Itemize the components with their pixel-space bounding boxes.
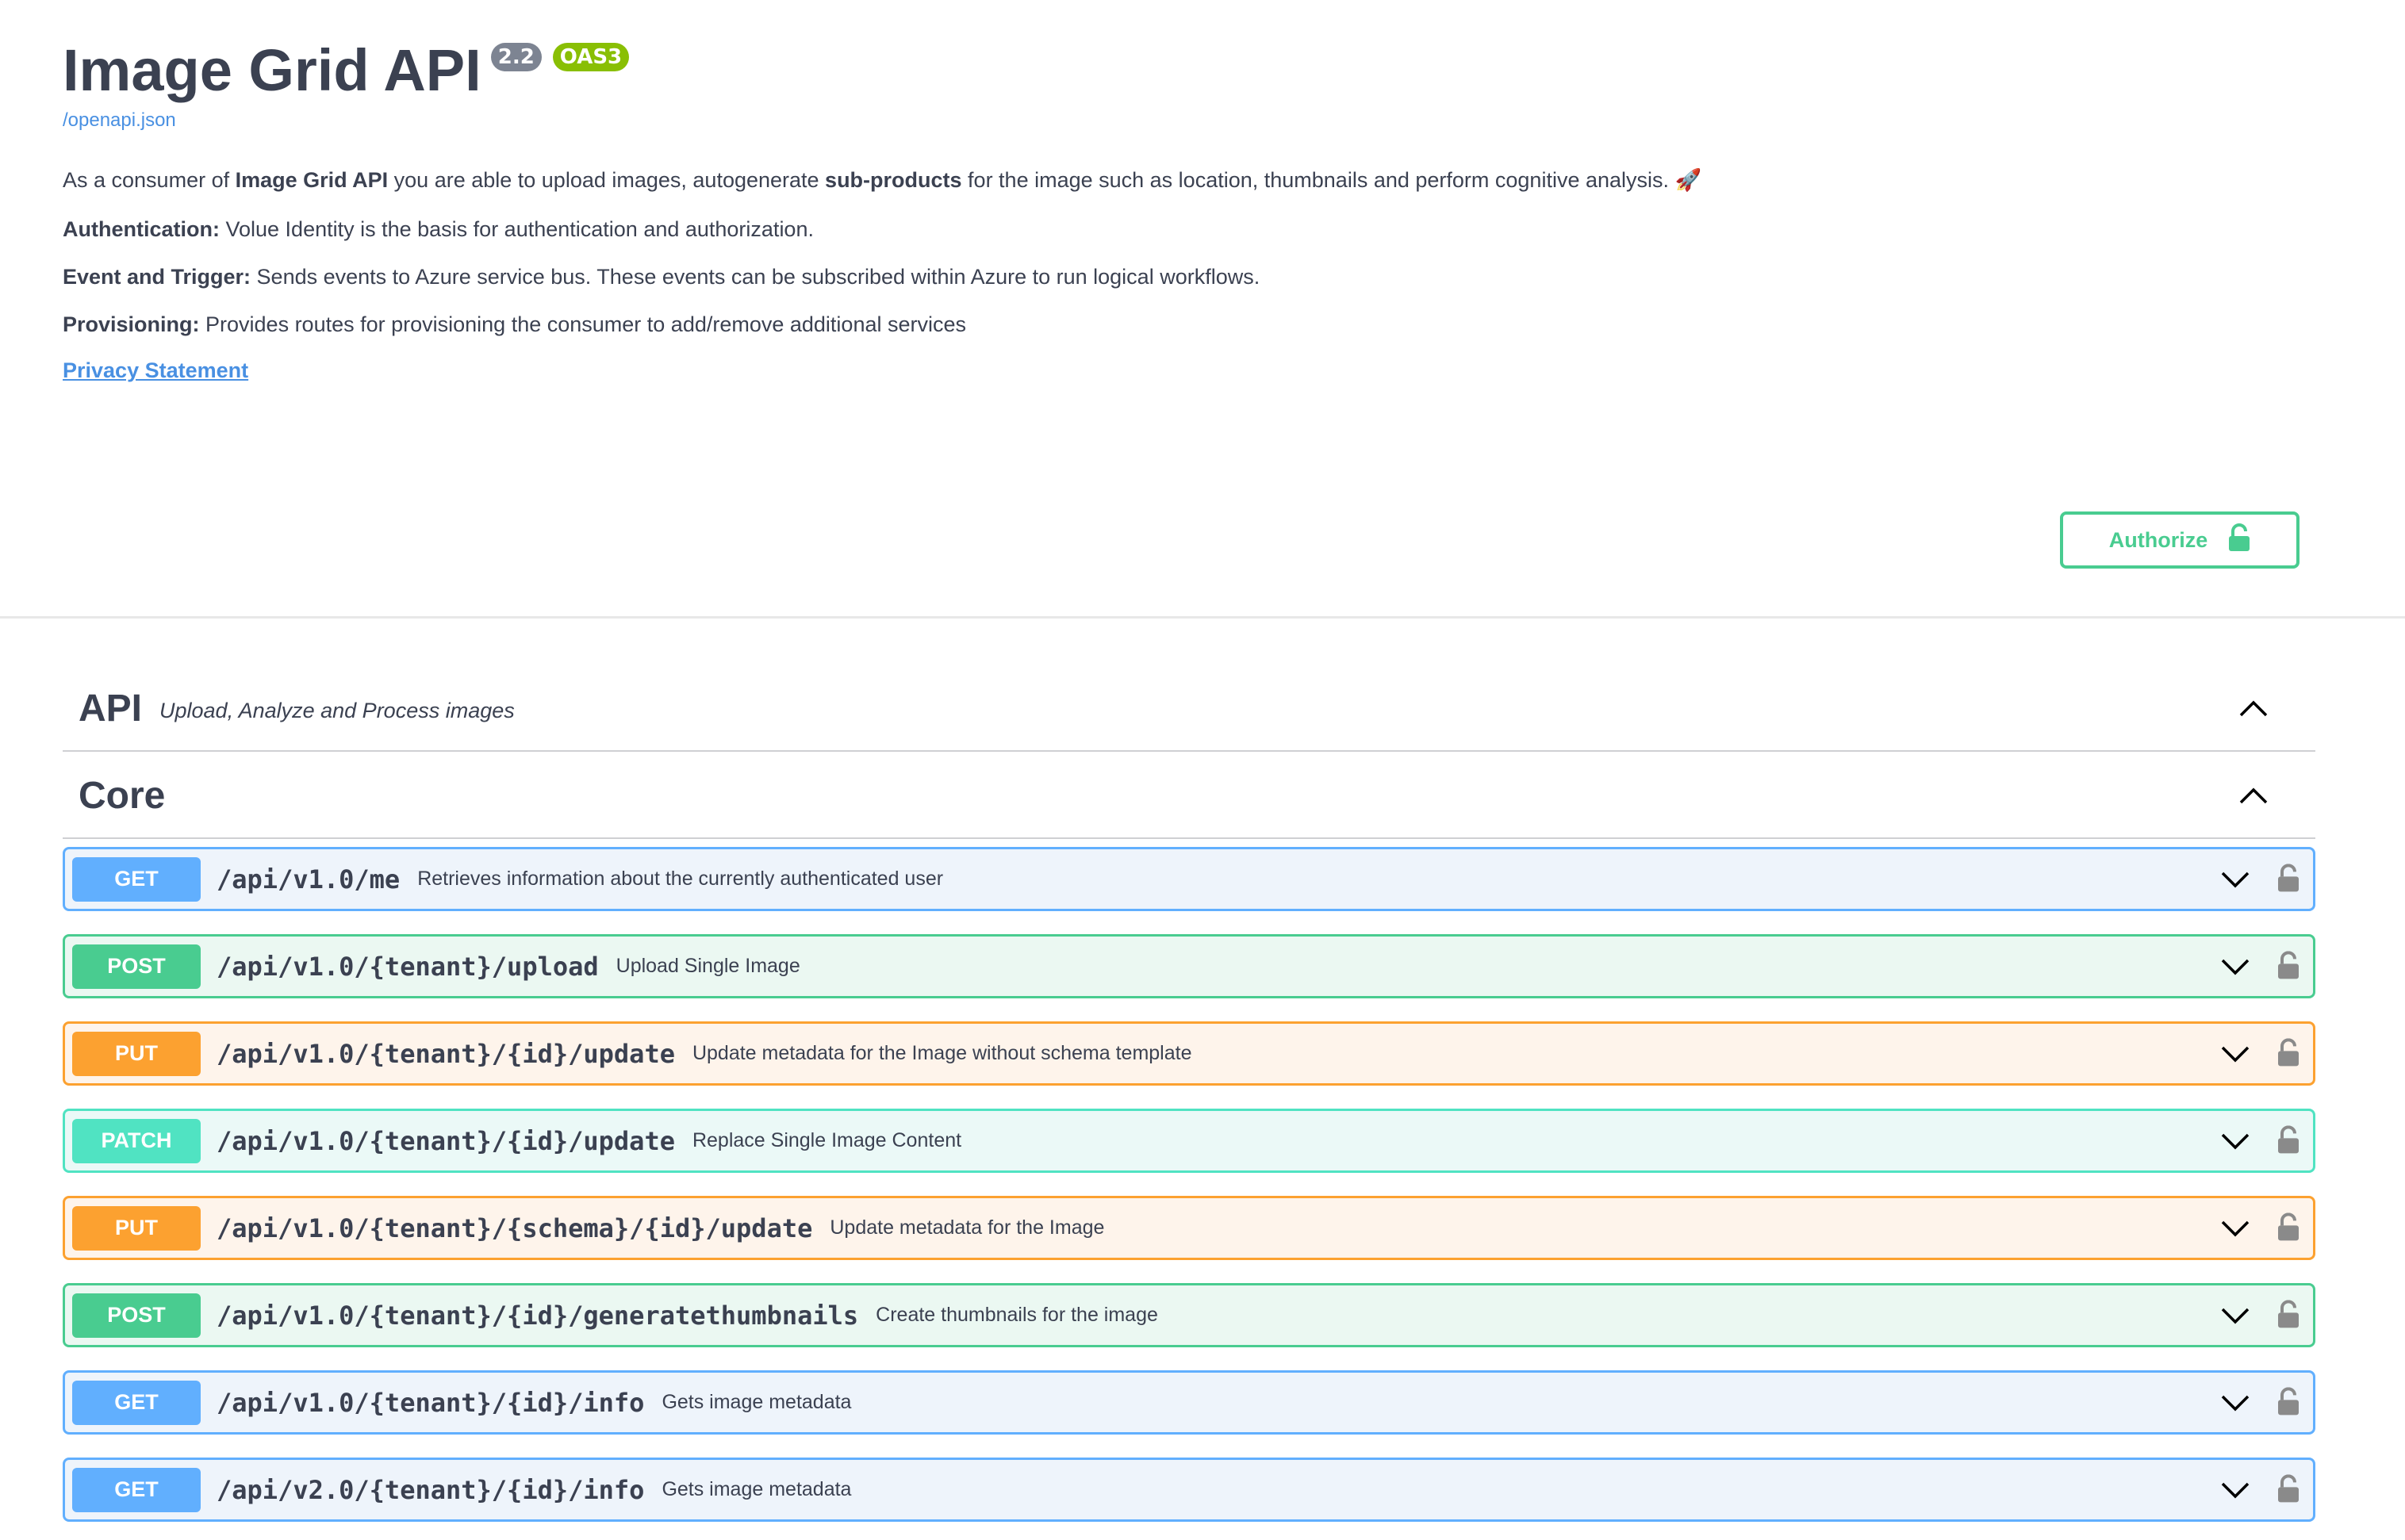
- section-api[interactable]: API Upload, Analyze and Process images: [63, 666, 2315, 752]
- method-badge: PUT: [72, 1031, 201, 1076]
- intro-bold-subproducts: sub-products: [825, 168, 962, 192]
- description-event-trigger: Event and Trigger: Sends events to Azure…: [63, 261, 1260, 293]
- operation-patch-update[interactable]: PATCH /api/v1.0/{tenant}/{id}/update Rep…: [63, 1109, 2315, 1173]
- authorize-button[interactable]: Authorize: [2060, 511, 2300, 569]
- operation-summary: Create thumbnails for the image: [876, 1304, 1158, 1326]
- intro-text-2: you are able to upload images, autogener…: [388, 168, 826, 192]
- intro-text-3: for the image such as location, thumbnai…: [961, 168, 1702, 192]
- operation-summary: Update metadata for the Image without sc…: [692, 1042, 1192, 1064]
- operation-summary: Gets image metadata: [662, 1391, 852, 1413]
- chevron-down-icon[interactable]: [2219, 951, 2251, 983]
- authentication-label: Authentication:: [63, 217, 220, 241]
- method-badge: POST: [72, 944, 201, 989]
- method-badge: GET: [72, 856, 201, 902]
- chevron-down-icon[interactable]: [2219, 1474, 2251, 1506]
- header-divider: [0, 616, 2405, 619]
- operation-put-schema-update[interactable]: PUT /api/v1.0/{tenant}/{schema}/{id}/upd…: [63, 1196, 2315, 1260]
- chevron-up-icon[interactable]: [2238, 692, 2269, 724]
- operation-path: /api/v1.0/{tenant}/{id}/generatethumbnai…: [217, 1300, 859, 1331]
- section-core-name: Core: [79, 774, 166, 817]
- operation-path: /api/v1.0/{tenant}/{id}/info: [217, 1387, 645, 1418]
- openapi-json-link[interactable]: /openapi.json: [63, 109, 176, 132]
- operation-summary: Update metadata for the Image: [830, 1216, 1105, 1239]
- oas-badge: OAS3: [552, 43, 630, 71]
- lock-icon[interactable]: [2275, 1472, 2302, 1505]
- chevron-down-icon[interactable]: [2219, 1125, 2251, 1157]
- chevron-down-icon[interactable]: [2219, 1212, 2251, 1244]
- operation-post-generatethumbnails[interactable]: POST /api/v1.0/{tenant}/{id}/generatethu…: [63, 1283, 2315, 1347]
- intro-text-1: As a consumer of: [63, 168, 236, 192]
- operation-path: /api/v1.0/{tenant}/{schema}/{id}/update: [217, 1212, 813, 1243]
- unlocked-lock-icon: [2228, 523, 2250, 557]
- version-badge: 2.2: [490, 43, 542, 71]
- operation-summary: Upload Single Image: [616, 955, 800, 977]
- section-api-description: Upload, Analyze and Process images: [159, 698, 515, 722]
- api-title: Image Grid API: [63, 37, 481, 103]
- lock-icon[interactable]: [2275, 1297, 2302, 1331]
- intro-bold-api-name: Image Grid API: [235, 168, 389, 192]
- operation-put-update[interactable]: PUT /api/v1.0/{tenant}/{id}/update Updat…: [63, 1021, 2315, 1086]
- description-authentication: Authentication: Volue Identity is the ba…: [63, 213, 814, 245]
- lock-icon[interactable]: [2275, 1036, 2302, 1069]
- lock-icon[interactable]: [2275, 1123, 2302, 1156]
- operation-path: /api/v1.0/{tenant}/upload: [217, 951, 599, 982]
- event-trigger-label: Event and Trigger:: [63, 265, 251, 289]
- operation-summary: Replace Single Image Content: [692, 1129, 962, 1151]
- section-core[interactable]: Core: [63, 753, 2315, 839]
- description-provisioning: Provisioning: Provides routes for provis…: [63, 308, 966, 340]
- chevron-down-icon[interactable]: [2219, 1300, 2251, 1331]
- operation-summary: Gets image metadata: [662, 1478, 852, 1500]
- method-badge: PUT: [72, 1205, 201, 1251]
- operation-get-me[interactable]: GET /api/v1.0/me Retrieves information a…: [63, 847, 2315, 911]
- chevron-down-icon[interactable]: [2219, 864, 2251, 895]
- operation-path: /api/v1.0/{tenant}/{id}/update: [217, 1038, 675, 1069]
- provisioning-text: Provides routes for provisioning the con…: [199, 312, 967, 336]
- method-badge: GET: [72, 1380, 201, 1425]
- method-badge: POST: [72, 1293, 201, 1338]
- authorize-label: Authorize: [2108, 527, 2208, 552]
- lock-icon[interactable]: [2275, 948, 2302, 982]
- title-row: Image Grid API 2.2 OAS3: [63, 35, 630, 106]
- operation-path: /api/v2.0/{tenant}/{id}/info: [217, 1474, 645, 1505]
- event-trigger-text: Sends events to Azure service bus. These…: [251, 265, 1260, 289]
- lock-icon[interactable]: [2275, 1385, 2302, 1418]
- description-intro: As a consumer of Image Grid API you are …: [63, 164, 1701, 196]
- operation-post-upload[interactable]: POST /api/v1.0/{tenant}/upload Upload Si…: [63, 934, 2315, 998]
- provisioning-label: Provisioning:: [63, 312, 200, 336]
- operation-summary: Retrieves information about the currentl…: [417, 868, 944, 890]
- authentication-text: Volue Identity is the basis for authenti…: [219, 217, 814, 241]
- privacy-statement-link[interactable]: Privacy Statement: [63, 358, 248, 383]
- chevron-down-icon[interactable]: [2219, 1387, 2251, 1419]
- chevron-down-icon[interactable]: [2219, 1038, 2251, 1070]
- lock-icon[interactable]: [2275, 1210, 2302, 1243]
- operation-path: /api/v1.0/{tenant}/{id}/update: [217, 1125, 675, 1156]
- operation-get-info-v2[interactable]: GET /api/v2.0/{tenant}/{id}/info Gets im…: [63, 1458, 2315, 1522]
- method-badge: GET: [72, 1467, 201, 1512]
- method-badge: PATCH: [72, 1118, 201, 1163]
- lock-icon[interactable]: [2275, 861, 2302, 895]
- operation-get-info-v1[interactable]: GET /api/v1.0/{tenant}/{id}/info Gets im…: [63, 1370, 2315, 1435]
- swagger-ui-page: Image Grid API 2.2 OAS3 /openapi.json As…: [0, 0, 2405, 1540]
- section-api-name: API: [79, 687, 143, 730]
- operation-path: /api/v1.0/me: [217, 864, 401, 895]
- chevron-up-icon[interactable]: [2238, 780, 2269, 811]
